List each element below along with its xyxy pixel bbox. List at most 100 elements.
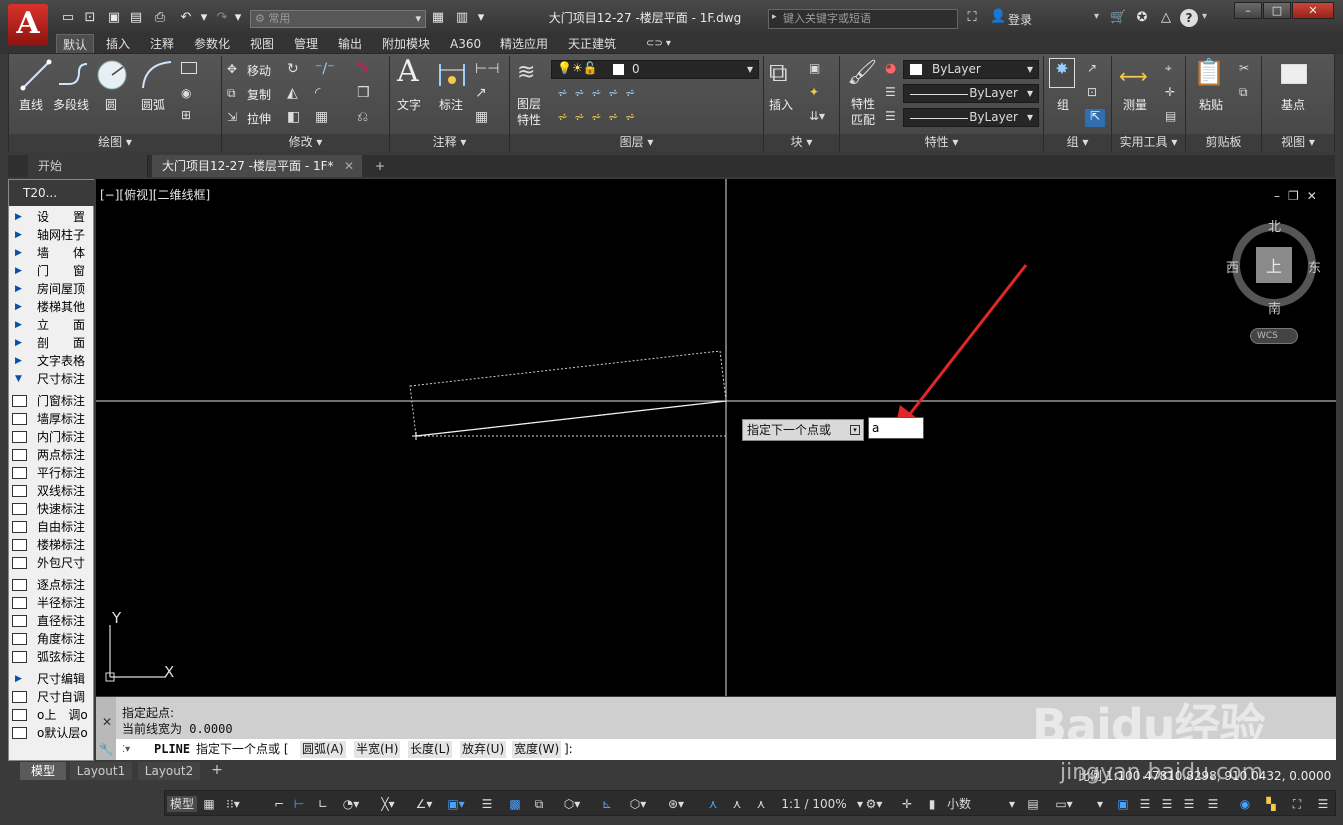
palette-item[interactable]: 双线标注 — [9, 482, 95, 500]
tab-a360[interactable]: A360 — [450, 34, 481, 54]
palette-item[interactable]: 外包尺寸 — [9, 554, 95, 572]
palette-item[interactable]: o默认层o — [9, 724, 95, 742]
linetype-select[interactable]: ByLayer ▾ — [903, 84, 1039, 103]
palette-item[interactable]: 自由标注 — [9, 518, 95, 536]
exchange-icon[interactable]: ✪ — [1134, 10, 1150, 26]
cart-icon[interactable]: 🛒 — [1110, 10, 1126, 26]
tab-featured[interactable]: 精选应用 — [500, 34, 548, 54]
binoculars-icon[interactable]: ⛶ — [964, 10, 980, 26]
boundary-icon[interactable]: ⊞ — [181, 108, 191, 122]
undo-icon[interactable]: ↶ — [178, 10, 194, 26]
tab-output[interactable]: 输出 — [338, 34, 362, 54]
attribute-icon[interactable]: ⇊▾ — [809, 109, 825, 123]
move-button[interactable]: 移动 — [247, 62, 271, 79]
fillet-icon[interactable]: ◜ — [315, 85, 320, 101]
cut-icon[interactable]: ✂ — [1239, 61, 1249, 75]
calculator-icon[interactable]: ▤ — [1165, 109, 1176, 123]
color-select[interactable]: ByLayer ▾ — [903, 60, 1039, 79]
layer-tools-row1-icon[interactable]: ⩫⩫⩫⩫⩫ — [557, 86, 641, 101]
base-point-button[interactable]: 基点 — [1281, 96, 1305, 113]
block-panel-title[interactable]: 块 ▾ — [764, 134, 839, 151]
circle-button[interactable]: 圆 — [105, 96, 117, 113]
view-panel-title[interactable]: 视图 ▾ — [1262, 134, 1334, 151]
palette-item[interactable]: ▶ 立 面 — [9, 316, 95, 334]
compass-west[interactable]: 西 — [1226, 257, 1239, 276]
annotation-monitor-icon[interactable]: ✛ — [899, 796, 915, 812]
tab-layout1[interactable]: Layout1 — [70, 762, 132, 780]
new-tab-button[interactable]: + — [368, 155, 392, 177]
lineweight-toggle-icon[interactable]: ☰ — [479, 796, 495, 812]
lineweight-icon[interactable]: ☰ — [885, 109, 896, 123]
compass-north[interactable]: 北 — [1268, 216, 1281, 235]
palette-item[interactable]: 尺寸自调 — [9, 688, 95, 706]
tab-layout2[interactable]: Layout2 — [138, 762, 200, 780]
palette-item[interactable]: 逐点标注 — [9, 576, 95, 594]
palette-item[interactable]: 直径标注 — [9, 612, 95, 630]
doc-tab-current[interactable]: 大门项目12-27 -楼层平面 - 1F* ✕ — [152, 155, 362, 177]
palette-header[interactable]: T20... — [9, 180, 95, 206]
ortho-icon[interactable]: ∟ — [315, 796, 331, 812]
option-arc[interactable]: 圆弧(A) — [300, 741, 346, 758]
print-icon[interactable]: ⎙ — [152, 10, 168, 26]
clipboard-panel-title[interactable]: 剪贴板 — [1186, 134, 1261, 151]
viewcube-top-label[interactable]: 上 — [1266, 253, 1282, 277]
rotate-icon[interactable]: ↻ — [287, 61, 299, 77]
stretch-button[interactable]: 拉伸 — [247, 110, 271, 127]
command-options-icon[interactable]: ⁚▾ — [122, 739, 130, 760]
quick-select-icon[interactable]: ⌖ — [1165, 61, 1172, 76]
compass-south[interactable]: 南 — [1268, 298, 1281, 317]
redo-dropdown-icon[interactable]: ▾ — [234, 10, 242, 26]
palette-item[interactable]: 角度标注 — [9, 630, 95, 648]
plot-icon[interactable]: ▥ — [454, 10, 470, 26]
match-properties-button[interactable]: 特性 匹配 — [851, 96, 875, 128]
palette-item[interactable]: 两点标注 — [9, 446, 95, 464]
infer-icon[interactable]: ⌐ — [271, 796, 287, 812]
a360-icon[interactable]: △ — [1158, 10, 1174, 26]
palette-item[interactable]: ▶ 剖 面 — [9, 334, 95, 352]
tangent-icon[interactable]: ▚ — [1261, 796, 1281, 812]
lock-ui-icon[interactable]: ▭▾ — [1049, 796, 1079, 812]
scale-icon[interactable]: ◧ — [287, 109, 300, 125]
tab-tangent[interactable]: 天正建筑 — [568, 34, 616, 54]
option-halfwidth[interactable]: 半宽(H) — [354, 741, 401, 758]
dynamic-ucs-icon[interactable]: ⊾ — [597, 796, 617, 812]
color-wheel-icon[interactable]: ◕ — [885, 61, 896, 76]
arc-button[interactable]: 圆弧 — [141, 96, 165, 113]
hatch-icon[interactable]: ◉ — [181, 86, 191, 100]
erase-icon[interactable]: ✎ — [357, 60, 369, 76]
palette-item[interactable]: ▶ 墙 体 — [9, 244, 95, 262]
selection-icon[interactable]: ☰ — [1205, 796, 1221, 812]
array-icon[interactable]: ▦ — [315, 109, 328, 125]
mirror-icon[interactable]: ◭ — [287, 85, 298, 101]
customize-icon[interactable]: 🔧 — [96, 739, 116, 760]
help-dropdown-icon[interactable]: ▾ — [1202, 11, 1207, 22]
close-icon[interactable]: ✕ — [102, 715, 112, 729]
copy-button[interactable]: 复制 — [247, 86, 271, 103]
paste-button[interactable]: 粘贴 — [1199, 96, 1223, 113]
wcs-menu[interactable]: WCS — [1250, 328, 1298, 344]
layers-panel-title[interactable]: 图层 ▾ — [510, 134, 763, 151]
help-button[interactable]: ? — [1180, 9, 1198, 27]
tab-insert[interactable]: 插入 — [106, 34, 130, 54]
palette-item[interactable]: ▶ 门 窗 — [9, 262, 95, 280]
edit-block-icon[interactable]: ✦ — [809, 85, 819, 99]
login-dropdown-icon[interactable]: ▾ — [1094, 11, 1099, 22]
object-snap-icon[interactable]: ▣▾ — [441, 796, 471, 812]
3d-osnap-icon[interactable]: ⬡▾ — [557, 796, 587, 812]
grid-icon[interactable]: ▦ — [201, 796, 217, 812]
text-button[interactable]: 文字 — [397, 96, 421, 113]
app-logo-button[interactable]: A — [8, 4, 48, 46]
workspace-gear-icon[interactable]: ⚙▾ — [859, 796, 889, 812]
palette-item[interactable]: 平行标注 — [9, 464, 95, 482]
tab-manage[interactable]: 管理 — [294, 34, 318, 54]
layer-tools-row2-icon[interactable]: ⩫⩫⩫⩫⩫ — [557, 110, 641, 125]
draw-panel-title[interactable]: 绘图 ▾ — [9, 134, 221, 151]
option-length[interactable]: 长度(L) — [408, 741, 453, 758]
customize-status-icon[interactable]: ☰ — [1159, 796, 1175, 812]
chevron-down-icon[interactable]: ▾ — [1007, 796, 1017, 812]
dynamic-input-field[interactable]: a — [868, 417, 924, 439]
palette-item[interactable]: o上 调o — [9, 706, 95, 724]
create-block-icon[interactable]: ▣ — [809, 61, 820, 75]
polyline-button[interactable]: 多段线 — [53, 96, 89, 113]
gizmo-icon[interactable]: ⊛▾ — [661, 796, 691, 812]
